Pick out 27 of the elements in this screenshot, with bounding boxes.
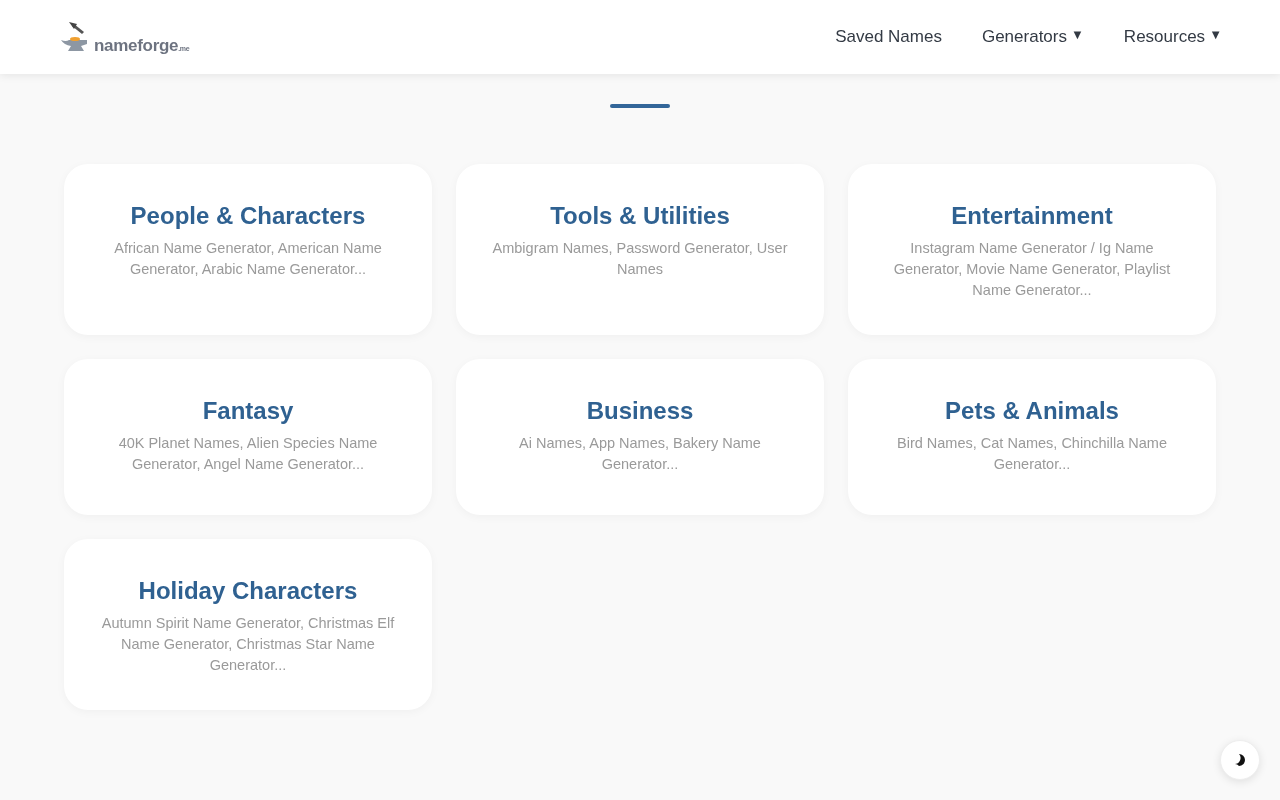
category-description: Bird Names, Cat Names, Chinchilla Name Generator... (896, 434, 1168, 474)
nav-link[interactable]: Generators ▼ (981, 27, 1084, 47)
category-description: 40K Planet Names, Alien Species Name Generator, Angel Name Generator... (117, 434, 379, 474)
theme-toggle-button[interactable] (1220, 740, 1260, 780)
nav-link[interactable]: Resources ▼ (1123, 27, 1222, 47)
category-title: People & Characters (130, 201, 366, 231)
category-card[interactable]: Tools & Utilities Ambigram Names, Password Generator, User Names (456, 164, 824, 335)
category-card[interactable]: People & Characters African Name Generator, American Name Generator, Arabic Name Generator... (64, 164, 432, 335)
nav-link[interactable]: Saved Names (835, 27, 942, 47)
category-card[interactable]: Fantasy 40K Planet Names, Alien Species Name Generator, Angel Name Generator... (64, 359, 432, 515)
category-description: Autumn Spirit Name Generator, Christmas Elf Name Generator, Christmas Star Name Generator... (100, 614, 396, 675)
moon-icon (1234, 753, 1246, 767)
category-description: Instagram Name Generator / Ig Name Generator, Movie Name Generator, Playlist Name Generator... (892, 239, 1172, 300)
category-card[interactable]: Entertainment Instagram Name Generator / Ig Name Generator, Movie Name Generator, Playlist Name Generator... (848, 164, 1216, 335)
category-card[interactable]: Business Ai Names, App Names, Bakery Name Generator... (456, 359, 824, 515)
category-title: Holiday Characters (138, 576, 358, 606)
category-title: Fantasy (202, 396, 294, 426)
category-title: Entertainment (951, 201, 1113, 231)
category-title: Pets & Animals (945, 396, 1119, 426)
category-description: Ambigram Names, Password Generator, User Names (491, 239, 789, 279)
category-title: Business (586, 396, 694, 426)
heading-underline (610, 104, 670, 108)
category-description: Ai Names, App Names, Bakery Name Generator... (518, 434, 762, 474)
category-card[interactable]: Holiday Characters Autumn Spirit Name Generator, Christmas Elf Name Generator, Christmas Star Name Generator... (64, 539, 432, 710)
category-title: Tools & Utilities (550, 201, 730, 231)
category-description: African Name Generator, American Name Generator, Arabic Name Generator... (113, 239, 383, 279)
category-card[interactable]: Pets & Animals Bird Names, Cat Names, Chinchilla Name Generator... (848, 359, 1216, 515)
